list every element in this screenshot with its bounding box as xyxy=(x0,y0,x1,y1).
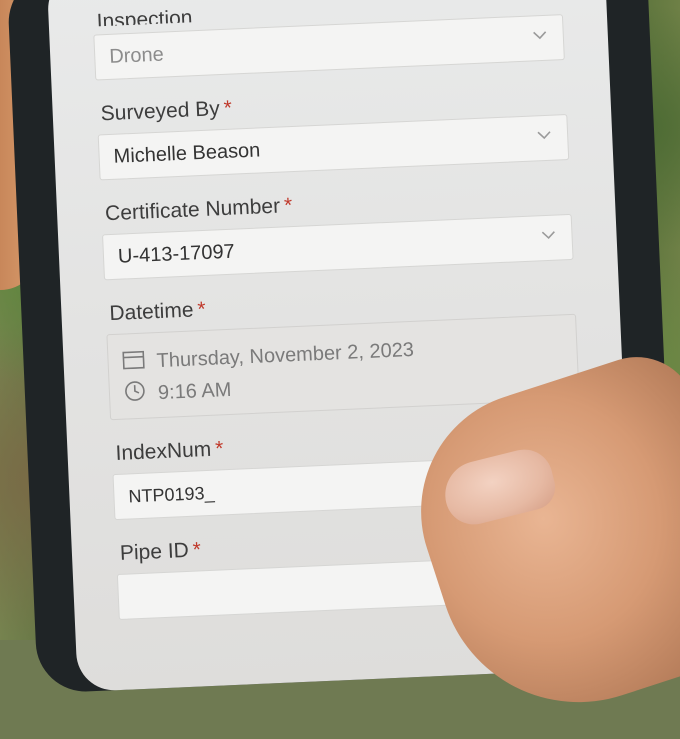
surveyed-by-value: Michelle Beason xyxy=(113,139,261,168)
surveyed-by-label: Surveyed By xyxy=(100,97,221,126)
calendar-icon xyxy=(122,348,157,375)
chevron-down-icon[interactable] xyxy=(539,226,558,245)
clock-icon xyxy=(123,379,158,408)
time-value: 9:16 AM xyxy=(157,378,232,404)
certificate-number-select[interactable]: U-413-17097 xyxy=(102,213,574,281)
surveyed-by-select[interactable]: Michelle Beason xyxy=(97,113,570,181)
chevron-down-icon[interactable] xyxy=(535,126,554,145)
inspection-field: Inspection Drone xyxy=(92,0,565,81)
surveyed-by-field: Surveyed By * Michelle Beason xyxy=(96,82,570,181)
chevron-down-icon[interactable] xyxy=(530,26,549,45)
inspection-value: Drone xyxy=(108,43,165,68)
required-marker: * xyxy=(196,297,207,322)
required-marker: * xyxy=(223,96,233,120)
certificate-number-label: Certificate Number xyxy=(104,194,281,226)
certificate-number-value: U-413-17097 xyxy=(117,240,236,268)
required-marker: * xyxy=(283,194,293,218)
datetime-label: Datetime xyxy=(108,298,194,326)
pipe-id-label: Pipe ID xyxy=(119,538,190,565)
required-marker: * xyxy=(214,437,224,461)
certificate-number-field: Certificate Number * U-413-17097 xyxy=(101,182,574,281)
index-num-label: IndexNum xyxy=(115,437,212,465)
inspection-select[interactable]: Drone xyxy=(93,14,565,81)
required-marker: * xyxy=(192,538,202,562)
index-num-value: NTP0193_ xyxy=(128,482,215,507)
